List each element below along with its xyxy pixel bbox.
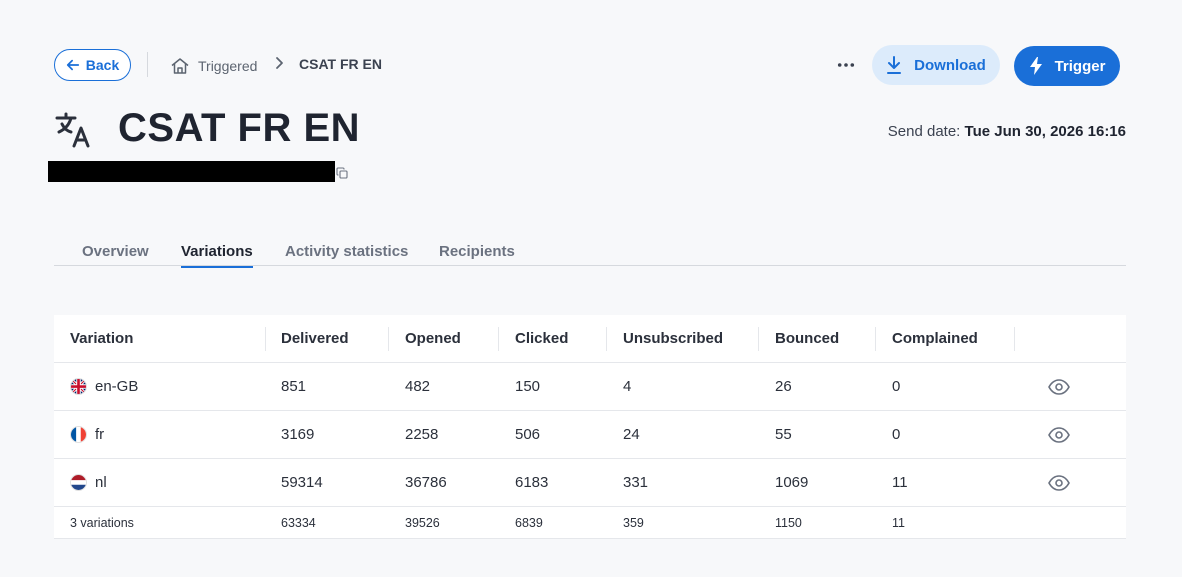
column-header-delivered[interactable]: Delivered	[281, 315, 388, 362]
column-divider	[1014, 315, 1015, 362]
bounced-value: 26	[775, 378, 792, 395]
total-unsubscribed: 359	[623, 515, 644, 530]
trigger-button[interactable]: Trigger	[1014, 46, 1120, 86]
unsubscribed-value: 24	[623, 426, 640, 443]
opened-value: 2258	[405, 426, 439, 443]
page-title: CSAT FR EN	[118, 106, 361, 150]
variation-cell: en-GB	[70, 363, 265, 410]
back-button[interactable]: Back	[54, 49, 131, 81]
table-header-row: Variation Delivered Opened Clicked Unsub…	[54, 315, 1126, 363]
column-divider	[265, 315, 266, 362]
column-divider	[875, 315, 876, 362]
breadcrumb-current: CSAT FR EN	[299, 56, 382, 72]
download-button[interactable]: Download	[872, 45, 1000, 85]
complained-value: 11	[892, 474, 908, 491]
breadcrumb-parent-label: Triggered	[198, 58, 258, 74]
clicked-value: 6183	[515, 474, 549, 491]
eye-icon	[1048, 378, 1070, 395]
copy-icon[interactable]	[336, 167, 348, 179]
preview-button[interactable]	[1039, 363, 1079, 410]
column-header-unsubscribed[interactable]: Unsubscribed	[623, 315, 758, 362]
arrow-left-icon	[66, 59, 79, 71]
variations-table: Variation Delivered Opened Clicked Unsub…	[54, 315, 1126, 539]
more-options-button[interactable]	[832, 55, 860, 75]
eye-icon	[1048, 426, 1070, 443]
variation-cell: fr	[70, 411, 265, 458]
lightning-icon	[1029, 57, 1042, 75]
total-delivered: 63334	[281, 515, 316, 530]
delivered-value: 851	[281, 378, 307, 395]
table-row: fr 3169 2258 506 24 55 0	[54, 411, 1126, 459]
variation-label: en-GB	[95, 378, 139, 395]
column-divider	[758, 315, 759, 362]
delivered-value: 59314	[281, 474, 323, 491]
opened-value: 36786	[405, 474, 447, 491]
tab-recipients[interactable]: Recipients	[439, 243, 515, 266]
column-divider	[606, 315, 607, 362]
column-header-variation[interactable]: Variation	[70, 315, 265, 362]
send-date: Send date: Tue Jun 30, 2026 16:16	[888, 123, 1126, 140]
total-complained: 11	[892, 515, 905, 530]
uk-flag-icon	[70, 378, 87, 395]
column-header-opened[interactable]: Opened	[405, 315, 498, 362]
preview-button[interactable]	[1039, 459, 1079, 506]
tab-variations[interactable]: Variations	[181, 243, 253, 268]
tab-activity-statistics[interactable]: Activity statistics	[285, 243, 408, 266]
netherlands-flag-icon	[70, 474, 87, 491]
complained-value: 0	[892, 426, 901, 443]
total-clicked: 6839	[515, 515, 543, 530]
download-button-label: Download	[914, 56, 986, 74]
download-icon	[887, 56, 902, 74]
send-date-value: Tue Jun 30, 2026 16:16	[964, 123, 1126, 140]
tab-overview[interactable]: Overview	[82, 243, 149, 266]
breadcrumb-separator	[272, 55, 286, 71]
bounced-value: 55	[775, 426, 792, 443]
complained-value: 0	[892, 378, 901, 395]
more-horizontal-icon	[837, 63, 855, 67]
france-flag-icon	[70, 426, 87, 443]
redacted-id-block	[48, 161, 335, 182]
table-row: en-GB 851 482 150 4 26 0	[54, 363, 1126, 411]
variation-label: fr	[95, 426, 105, 443]
total-bounced: 1150	[775, 515, 802, 530]
preview-button[interactable]	[1039, 411, 1079, 458]
opened-value: 482	[405, 378, 431, 395]
variation-cell: nl	[70, 459, 265, 506]
breadcrumb-divider	[147, 52, 148, 77]
bounced-value: 1069	[775, 474, 809, 491]
clicked-value: 506	[515, 426, 541, 443]
home-icon	[171, 58, 189, 74]
back-button-label: Back	[85, 57, 120, 73]
tab-bar: Overview Variations Activity statistics …	[54, 241, 1126, 268]
column-header-complained[interactable]: Complained	[892, 315, 1014, 362]
breadcrumb-parent[interactable]: Triggered	[170, 56, 257, 76]
chevron-right-icon	[276, 57, 283, 69]
clicked-value: 150	[515, 378, 541, 395]
trigger-button-label: Trigger	[1054, 57, 1106, 75]
totals-label: 3 variations	[70, 515, 134, 530]
delivered-value: 3169	[281, 426, 315, 443]
total-opened: 39526	[405, 515, 440, 530]
column-header-bounced[interactable]: Bounced	[775, 315, 875, 362]
send-date-label: Send date:	[887, 123, 961, 140]
column-divider	[498, 315, 499, 362]
column-header-clicked[interactable]: Clicked	[515, 315, 606, 362]
eye-icon	[1048, 474, 1070, 491]
translate-icon	[55, 112, 90, 148]
table-totals-row: 3 variations 63334 39526 6839 359 1150 1…	[54, 507, 1126, 539]
unsubscribed-value: 4	[623, 378, 632, 395]
unsubscribed-value: 331	[623, 474, 649, 491]
table-row: nl 59314 36786 6183 331 1069 11	[54, 459, 1126, 507]
variation-label: nl	[95, 474, 107, 491]
column-divider	[388, 315, 389, 362]
